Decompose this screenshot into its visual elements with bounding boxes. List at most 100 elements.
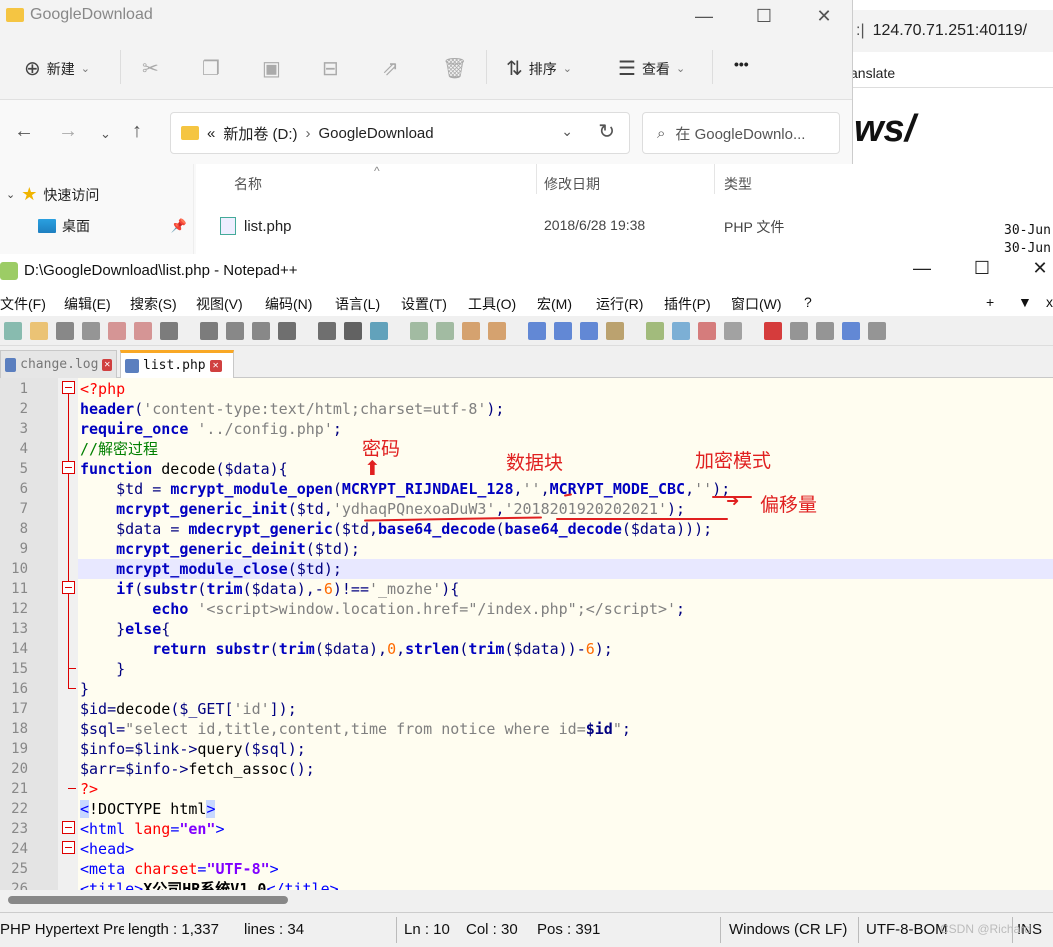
code-line[interactable]: 8 $data = mdecrypt_generic($td,base64_de… — [0, 519, 1053, 539]
pin-icon[interactable]: 📌 — [171, 218, 187, 234]
rename-button[interactable]: ⊟ — [322, 56, 339, 81]
save-icon[interactable] — [56, 322, 74, 340]
menu-view[interactable]: 视图(V) — [196, 294, 243, 314]
breadcrumb-root[interactable]: 新加卷 (D:) — [223, 123, 297, 144]
code-line[interactable]: 9 mcrypt_generic_deinit($td); — [0, 539, 1053, 559]
close-document-button[interactable]: x — [1046, 294, 1053, 310]
close-icon[interactable]: ✕ — [812, 4, 836, 28]
menu-help[interactable]: ? — [804, 294, 812, 310]
code-line[interactable]: 18 $sql="select id,title,content,time fro… — [0, 719, 1053, 739]
udl-icon[interactable] — [606, 322, 624, 340]
redo-icon[interactable] — [318, 322, 336, 340]
path-overflow[interactable]: « — [207, 125, 215, 142]
menu-run[interactable]: 运行(R) — [596, 294, 643, 314]
up-arrow-icon[interactable]: ↑ — [132, 120, 142, 143]
tab-list-php[interactable]: list.php ✕ — [120, 350, 234, 378]
copy-icon[interactable] — [226, 322, 244, 340]
play-multi-icon[interactable] — [842, 322, 860, 340]
word-wrap-icon[interactable] — [528, 322, 546, 340]
all-chars-icon[interactable] — [554, 322, 572, 340]
cut-icon[interactable] — [200, 322, 218, 340]
open-icon[interactable] — [30, 322, 48, 340]
translate-bar[interactable]: anslate — [850, 58, 1053, 88]
menu-macro[interactable]: 宏(M) — [537, 294, 572, 314]
close-icon[interactable] — [108, 322, 126, 340]
more-button[interactable]: ••• — [734, 56, 749, 72]
menu-tools[interactable]: 工具(O) — [468, 294, 516, 314]
view-button[interactable]: ☰ 查看 ⌄ — [618, 56, 685, 81]
doc-map-icon[interactable] — [646, 322, 664, 340]
column-header-type[interactable]: 类型 — [724, 174, 752, 194]
copy-button[interactable]: ❐ — [202, 56, 220, 81]
fold-toggle-icon[interactable] — [62, 581, 75, 594]
menu-window[interactable]: 窗口(W) — [731, 294, 782, 314]
code-line[interactable]: 13 }else{ — [0, 619, 1053, 639]
maximize-icon[interactable]: ☐ — [970, 258, 994, 279]
file-row[interactable]: list.php — [220, 217, 292, 235]
save-macro-icon[interactable] — [868, 322, 886, 340]
stop-icon[interactable] — [790, 322, 808, 340]
indent-guide-icon[interactable] — [580, 322, 598, 340]
code-line[interactable]: 2 header('content-type:text/html;charset=… — [0, 399, 1053, 419]
save-all-icon[interactable] — [82, 322, 100, 340]
fold-toggle-icon[interactable] — [62, 381, 75, 394]
menu-language[interactable]: 语言(L) — [335, 294, 380, 314]
code-line[interactable]: 15 } — [0, 659, 1053, 679]
code-line[interactable]: 11 if(substr(trim($data),-6)!=='_mozhe')… — [0, 579, 1053, 599]
sync-h-icon[interactable] — [488, 322, 506, 340]
cut-button[interactable]: ✂ — [142, 56, 159, 81]
browser-address-bar[interactable]: :| 124.70.71.251:40119/ — [850, 10, 1053, 52]
code-line[interactable]: 20 $arr=$info->fetch_assoc(); — [0, 759, 1053, 779]
monitor-icon[interactable] — [724, 322, 742, 340]
sidebar-item-quick-access[interactable]: ⌄ ★ 快速访问 — [6, 184, 99, 205]
sort-button[interactable]: ⇅ 排序 ⌄ — [506, 56, 572, 81]
chevron-down-icon[interactable]: ⌄ — [6, 188, 15, 201]
minimize-icon[interactable]: — — [910, 258, 934, 279]
code-line[interactable]: 17 $id=decode($_GET['id']); — [0, 699, 1053, 719]
fold-toggle-icon[interactable] — [62, 461, 75, 474]
back-arrow-icon[interactable]: ← — [14, 120, 34, 143]
code-line[interactable]: 22 <!DOCTYPE html> — [0, 799, 1053, 819]
code-line[interactable]: 16} — [0, 679, 1053, 699]
sidebar-item-desktop[interactable]: 桌面 — [38, 216, 90, 236]
code-editor[interactable]: 1 <?php 2 header('content-type:text/html;ch… — [0, 378, 1053, 890]
print-icon[interactable] — [160, 322, 178, 340]
menu-encoding[interactable]: 编码(N) — [265, 294, 312, 314]
folder-workspace-icon[interactable] — [698, 322, 716, 340]
tab-list-button[interactable]: ▼ — [1018, 294, 1032, 310]
zoom-in-icon[interactable] — [410, 322, 428, 340]
new-button[interactable]: ⊕ 新建 ⌄ — [24, 56, 90, 81]
code-line[interactable]: 12 echo '<script>window.location.href="/… — [0, 599, 1053, 619]
record-icon[interactable] — [764, 322, 782, 340]
recent-chevron-icon[interactable]: ⌄ — [100, 126, 111, 142]
column-header-name[interactable]: 名称 — [234, 174, 262, 194]
tab-change-log[interactable]: change.log ✕ — [0, 350, 117, 378]
replace-icon[interactable] — [370, 322, 388, 340]
close-all-icon[interactable] — [134, 322, 152, 340]
func-list-icon[interactable] — [672, 322, 690, 340]
scrollbar-thumb[interactable] — [8, 896, 288, 904]
column-header-modified[interactable]: 修改日期 — [544, 174, 600, 194]
chevron-down-icon[interactable]: ⌄ — [561, 123, 573, 140]
code-line[interactable]: 26 <title>X公司HR系统V1.0</title> — [0, 879, 1053, 890]
code-line[interactable]: 1 <?php — [0, 379, 1053, 399]
minimize-icon[interactable]: — — [692, 4, 716, 28]
code-line[interactable]: 3 require_once '../config.php'; — [0, 419, 1053, 439]
breadcrumb-folder[interactable]: GoogleDownload — [319, 125, 434, 142]
menu-plugins[interactable]: 插件(P) — [664, 294, 711, 314]
menu-edit[interactable]: 编辑(E) — [64, 294, 111, 314]
delete-button[interactable]: 🗑 — [442, 56, 467, 81]
close-tab-icon[interactable]: ✕ — [102, 358, 112, 371]
fold-toggle-icon[interactable] — [62, 821, 75, 834]
menu-search[interactable]: 搜索(S) — [130, 294, 177, 314]
new-icon[interactable] — [4, 322, 22, 340]
menu-file[interactable]: 文件(F) — [0, 294, 46, 314]
code-line[interactable]: 23 <html lang="en"> — [0, 819, 1053, 839]
play-icon[interactable] — [816, 322, 834, 340]
address-bar[interactable]: « 新加卷 (D:) › GoogleDownload ⌄ ↻ — [170, 112, 630, 154]
add-tab-button[interactable]: + — [986, 294, 994, 310]
code-line[interactable]: 25 <meta charset="UTF-8"> — [0, 859, 1053, 879]
code-line[interactable]: 6 $td = mcrypt_module_open(MCRYPT_RIJNDA… — [0, 479, 1053, 499]
code-line[interactable]: 19 $info=$link->query($sql); — [0, 739, 1053, 759]
code-line[interactable]: 24 <head> — [0, 839, 1053, 859]
